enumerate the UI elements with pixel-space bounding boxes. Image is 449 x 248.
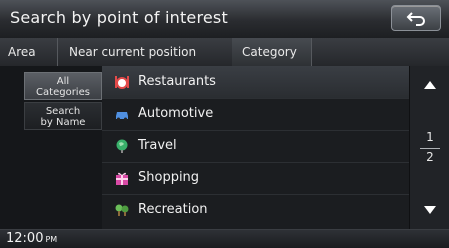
- all-categories-line1: All: [56, 76, 70, 87]
- all-categories-line2: Categories: [36, 87, 90, 98]
- category-list: Restaurants Automotive Travel Shopping R…: [102, 66, 409, 229]
- list-item-label: Automotive: [138, 106, 214, 121]
- category-tab[interactable]: Category: [232, 38, 312, 66]
- restaurant-icon: [115, 76, 129, 89]
- scroll-up-button[interactable]: [410, 70, 449, 100]
- gift-icon: [116, 172, 128, 185]
- list-item-label: Shopping: [138, 170, 200, 185]
- status-bar: 12:00 PM: [0, 229, 449, 248]
- list-item-travel[interactable]: Travel: [102, 130, 409, 163]
- search-by-name-line1: Search: [45, 106, 81, 117]
- search-by-name-button[interactable]: Search by Name: [24, 102, 102, 130]
- poi-search-screen: Search by point of interest Area Near cu…: [0, 0, 449, 248]
- page-title: Search by point of interest: [10, 8, 228, 27]
- clock-time: 12:00: [6, 231, 44, 246]
- list-item-shopping[interactable]: Shopping: [102, 162, 409, 195]
- search-by-name-line2: by Name: [40, 117, 86, 128]
- list-item-recreation[interactable]: Recreation: [102, 194, 409, 226]
- left-menu: All Categories Search by Name: [0, 66, 102, 229]
- all-categories-button[interactable]: All Categories: [24, 72, 102, 100]
- triangle-up-icon: [424, 81, 436, 89]
- list-item-label: Travel: [138, 138, 177, 153]
- clock-ampm: PM: [45, 235, 58, 244]
- current-page: 1: [426, 130, 434, 144]
- triangle-down-icon: [424, 206, 436, 214]
- filter-bar: Area Near current position Category: [0, 38, 449, 67]
- list-item-restaurants[interactable]: Restaurants: [102, 66, 409, 99]
- list-item-automotive[interactable]: Automotive: [102, 98, 409, 131]
- area-label: Area: [0, 38, 58, 66]
- list-scrollbar: 1 2: [409, 66, 449, 229]
- clock: 12:00 PM: [6, 231, 57, 246]
- globe-icon: [116, 139, 128, 153]
- car-icon: [116, 112, 128, 121]
- list-item-label: Restaurants: [138, 74, 216, 89]
- back-arrow-icon: [406, 12, 425, 26]
- area-selector[interactable]: Near current position: [59, 38, 229, 66]
- total-pages: 2: [426, 150, 434, 164]
- scroll-down-button[interactable]: [410, 195, 449, 225]
- list-item-label: Recreation: [138, 202, 208, 217]
- title-bar: Search by point of interest: [0, 0, 449, 39]
- tree-icon: [115, 204, 129, 216]
- back-button[interactable]: [391, 5, 441, 31]
- page-divider: [420, 148, 440, 149]
